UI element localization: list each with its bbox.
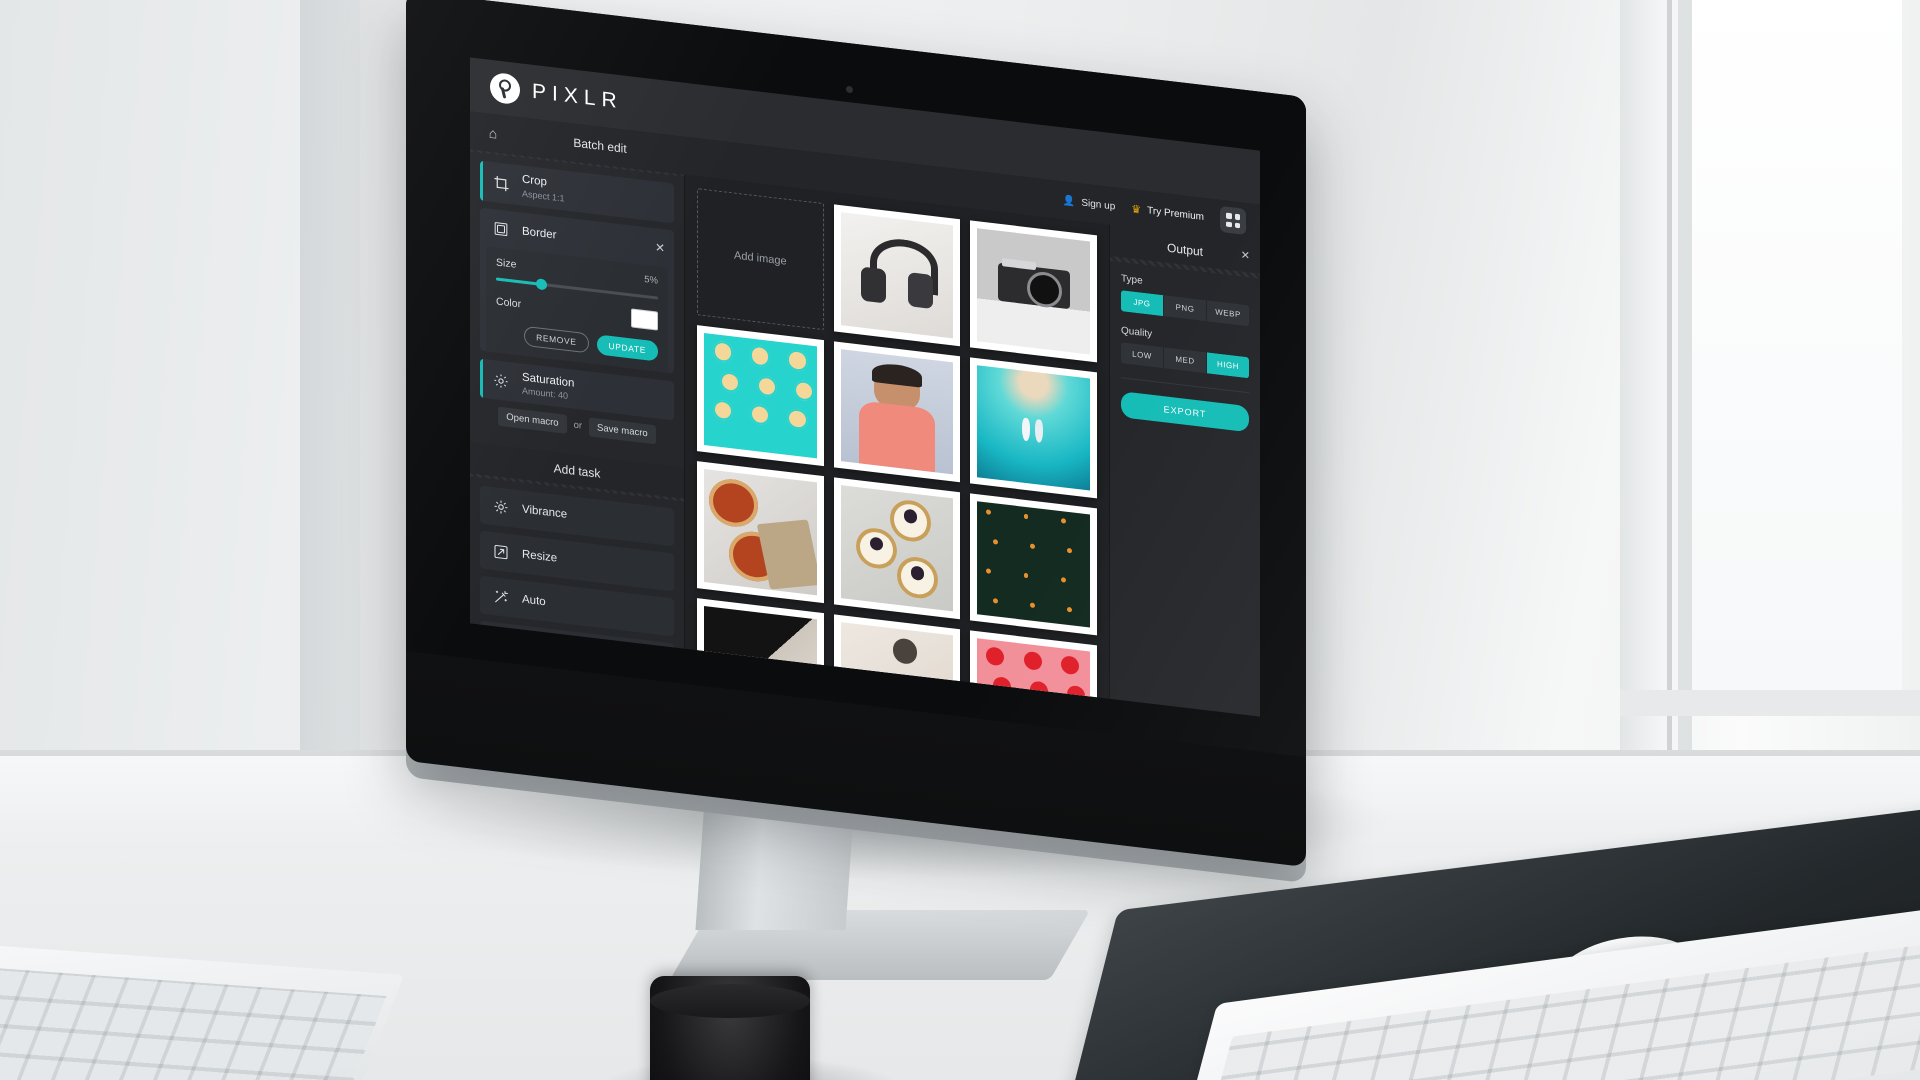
color-swatch[interactable] — [631, 308, 658, 331]
task-option-label: Auto — [522, 593, 546, 608]
photo-image-donuts — [704, 332, 817, 459]
photo-cell-headphones[interactable] — [833, 204, 961, 346]
vibrance-icon — [489, 494, 513, 519]
photo-cell-foliage[interactable] — [970, 493, 1098, 636]
border-icon — [489, 216, 513, 241]
webcam-icon — [846, 85, 853, 94]
open-macro-button[interactable]: Open macro — [498, 406, 567, 434]
photo-cell-portrait[interactable] — [833, 340, 961, 483]
resize-icon — [489, 539, 513, 564]
photo-frame[interactable] — [833, 340, 961, 483]
add-image-cell[interactable]: Add image — [697, 188, 824, 330]
task-option-label: Vibrance — [522, 503, 568, 521]
photo-image-tarts — [840, 485, 954, 612]
window-sill — [1620, 690, 1920, 716]
task-crop-label: Crop — [522, 173, 547, 189]
border-controls: Size 5% Color REMOVE UPDATE — [486, 246, 668, 373]
export-button[interactable]: EXPORT — [1121, 391, 1249, 433]
photo-cell-donuts[interactable] — [697, 324, 824, 467]
border-task-card: Border ✕ Size 5% Color REMOVE UPDATE — [480, 207, 674, 374]
window-mullion — [1678, 0, 1692, 790]
add-image-label[interactable]: Add image — [697, 188, 824, 330]
camera-lens-top — [650, 984, 810, 1018]
photo-frame[interactable] — [833, 477, 961, 620]
crop-icon — [489, 171, 513, 196]
output-title: Output — [1166, 240, 1204, 259]
active-tasks: Crop Aspect 1:1 Border ✕ Size 5% Color R… — [470, 152, 684, 454]
photo-image-foliage — [977, 501, 1091, 628]
left-panel: Crop Aspect 1:1 Border ✕ Size 5% Color R… — [470, 149, 685, 649]
segment-jpg[interactable]: JPG — [1121, 290, 1164, 317]
segment-webp[interactable]: WEBP — [1207, 300, 1249, 327]
photo-frame[interactable] — [833, 204, 961, 346]
photo-frame[interactable] — [697, 324, 824, 467]
window-pane — [1690, 0, 1902, 700]
size-value: 5% — [644, 274, 658, 287]
try-premium-button[interactable]: ♛ Try Premium — [1131, 202, 1204, 224]
desk-scene: PIXLR ⌂ Batch edit 👤 Sign up ♛ Try Premi… — [0, 0, 1920, 1080]
photo-image-camera — [977, 228, 1091, 355]
image-grid: Add image — [685, 174, 1109, 699]
task-option-label: Resize — [522, 548, 558, 565]
grid-view-icon[interactable] — [1220, 205, 1246, 235]
photo-cell-pizza[interactable] — [697, 461, 824, 604]
page-title: Batch edit — [573, 135, 627, 156]
border-title: Border — [522, 225, 557, 242]
segment-high[interactable]: HIGH — [1207, 352, 1249, 379]
home-icon[interactable]: ⌂ — [470, 122, 516, 143]
crown-icon: ♛ — [1131, 202, 1142, 217]
pixlr-app: PIXLR ⌂ Batch edit 👤 Sign up ♛ Try Premi… — [470, 57, 1260, 717]
update-button[interactable]: UPDATE — [596, 334, 658, 362]
color-label: Color — [496, 295, 522, 311]
size-slider-knob[interactable] — [536, 278, 548, 291]
window-edge — [1667, 0, 1672, 790]
photo-image-portrait — [840, 348, 954, 475]
photo-image-beach-boats — [977, 364, 1091, 491]
close-icon[interactable]: ✕ — [1241, 248, 1250, 262]
monitor-screen: PIXLR ⌂ Batch edit 👤 Sign up ♛ Try Premi… — [470, 57, 1260, 717]
photo-image-headphones — [840, 212, 954, 339]
sign-up-label: Sign up — [1081, 197, 1116, 213]
border-buttons: REMOVE UPDATE — [496, 322, 658, 362]
brand-name: PIXLR — [532, 79, 623, 114]
photo-frame[interactable] — [970, 493, 1098, 636]
photo-cell-tarts[interactable] — [833, 477, 961, 620]
output-panel: Output ✕ Type JPG PNG WEBP Quality LOW MED H… — [1109, 224, 1260, 717]
segment-med[interactable]: MED — [1164, 347, 1207, 374]
photo-frame[interactable] — [970, 220, 1098, 363]
segment-low[interactable]: LOW — [1121, 342, 1164, 369]
close-icon[interactable]: ✕ — [655, 240, 665, 255]
segment-png[interactable]: PNG — [1164, 295, 1207, 322]
photo-frame[interactable] — [697, 461, 824, 604]
size-slider-fill — [496, 277, 542, 286]
size-label: Size — [496, 256, 517, 271]
output-body: Type JPG PNG WEBP Quality LOW MED HIGH EXPOR… — [1110, 261, 1260, 434]
sign-up-button[interactable]: 👤 Sign up — [1063, 195, 1115, 212]
macro-or-label: or — [573, 419, 583, 432]
remove-button[interactable]: REMOVE — [524, 325, 589, 354]
try-premium-label: Try Premium — [1147, 204, 1204, 223]
output-separator — [1121, 377, 1249, 394]
add-task-list: VibranceResizeAutoBrightnessTemperatureT… — [470, 476, 684, 649]
photo-image-pizza — [704, 469, 817, 596]
app-body: Crop Aspect 1:1 Border ✕ Size 5% Color R… — [470, 149, 1260, 717]
save-macro-button[interactable]: Save macro — [589, 417, 656, 445]
photo-frame[interactable] — [970, 357, 1098, 499]
photo-cell-beach-boats[interactable] — [970, 357, 1098, 499]
gear-icon — [489, 368, 513, 393]
pixlr-logo-icon — [490, 71, 520, 106]
photo-cell-camera[interactable] — [970, 220, 1098, 363]
task-crop-sub: Aspect 1:1 — [522, 188, 565, 204]
magic-wand-icon — [489, 584, 513, 609]
user-icon: 👤 — [1062, 194, 1076, 208]
